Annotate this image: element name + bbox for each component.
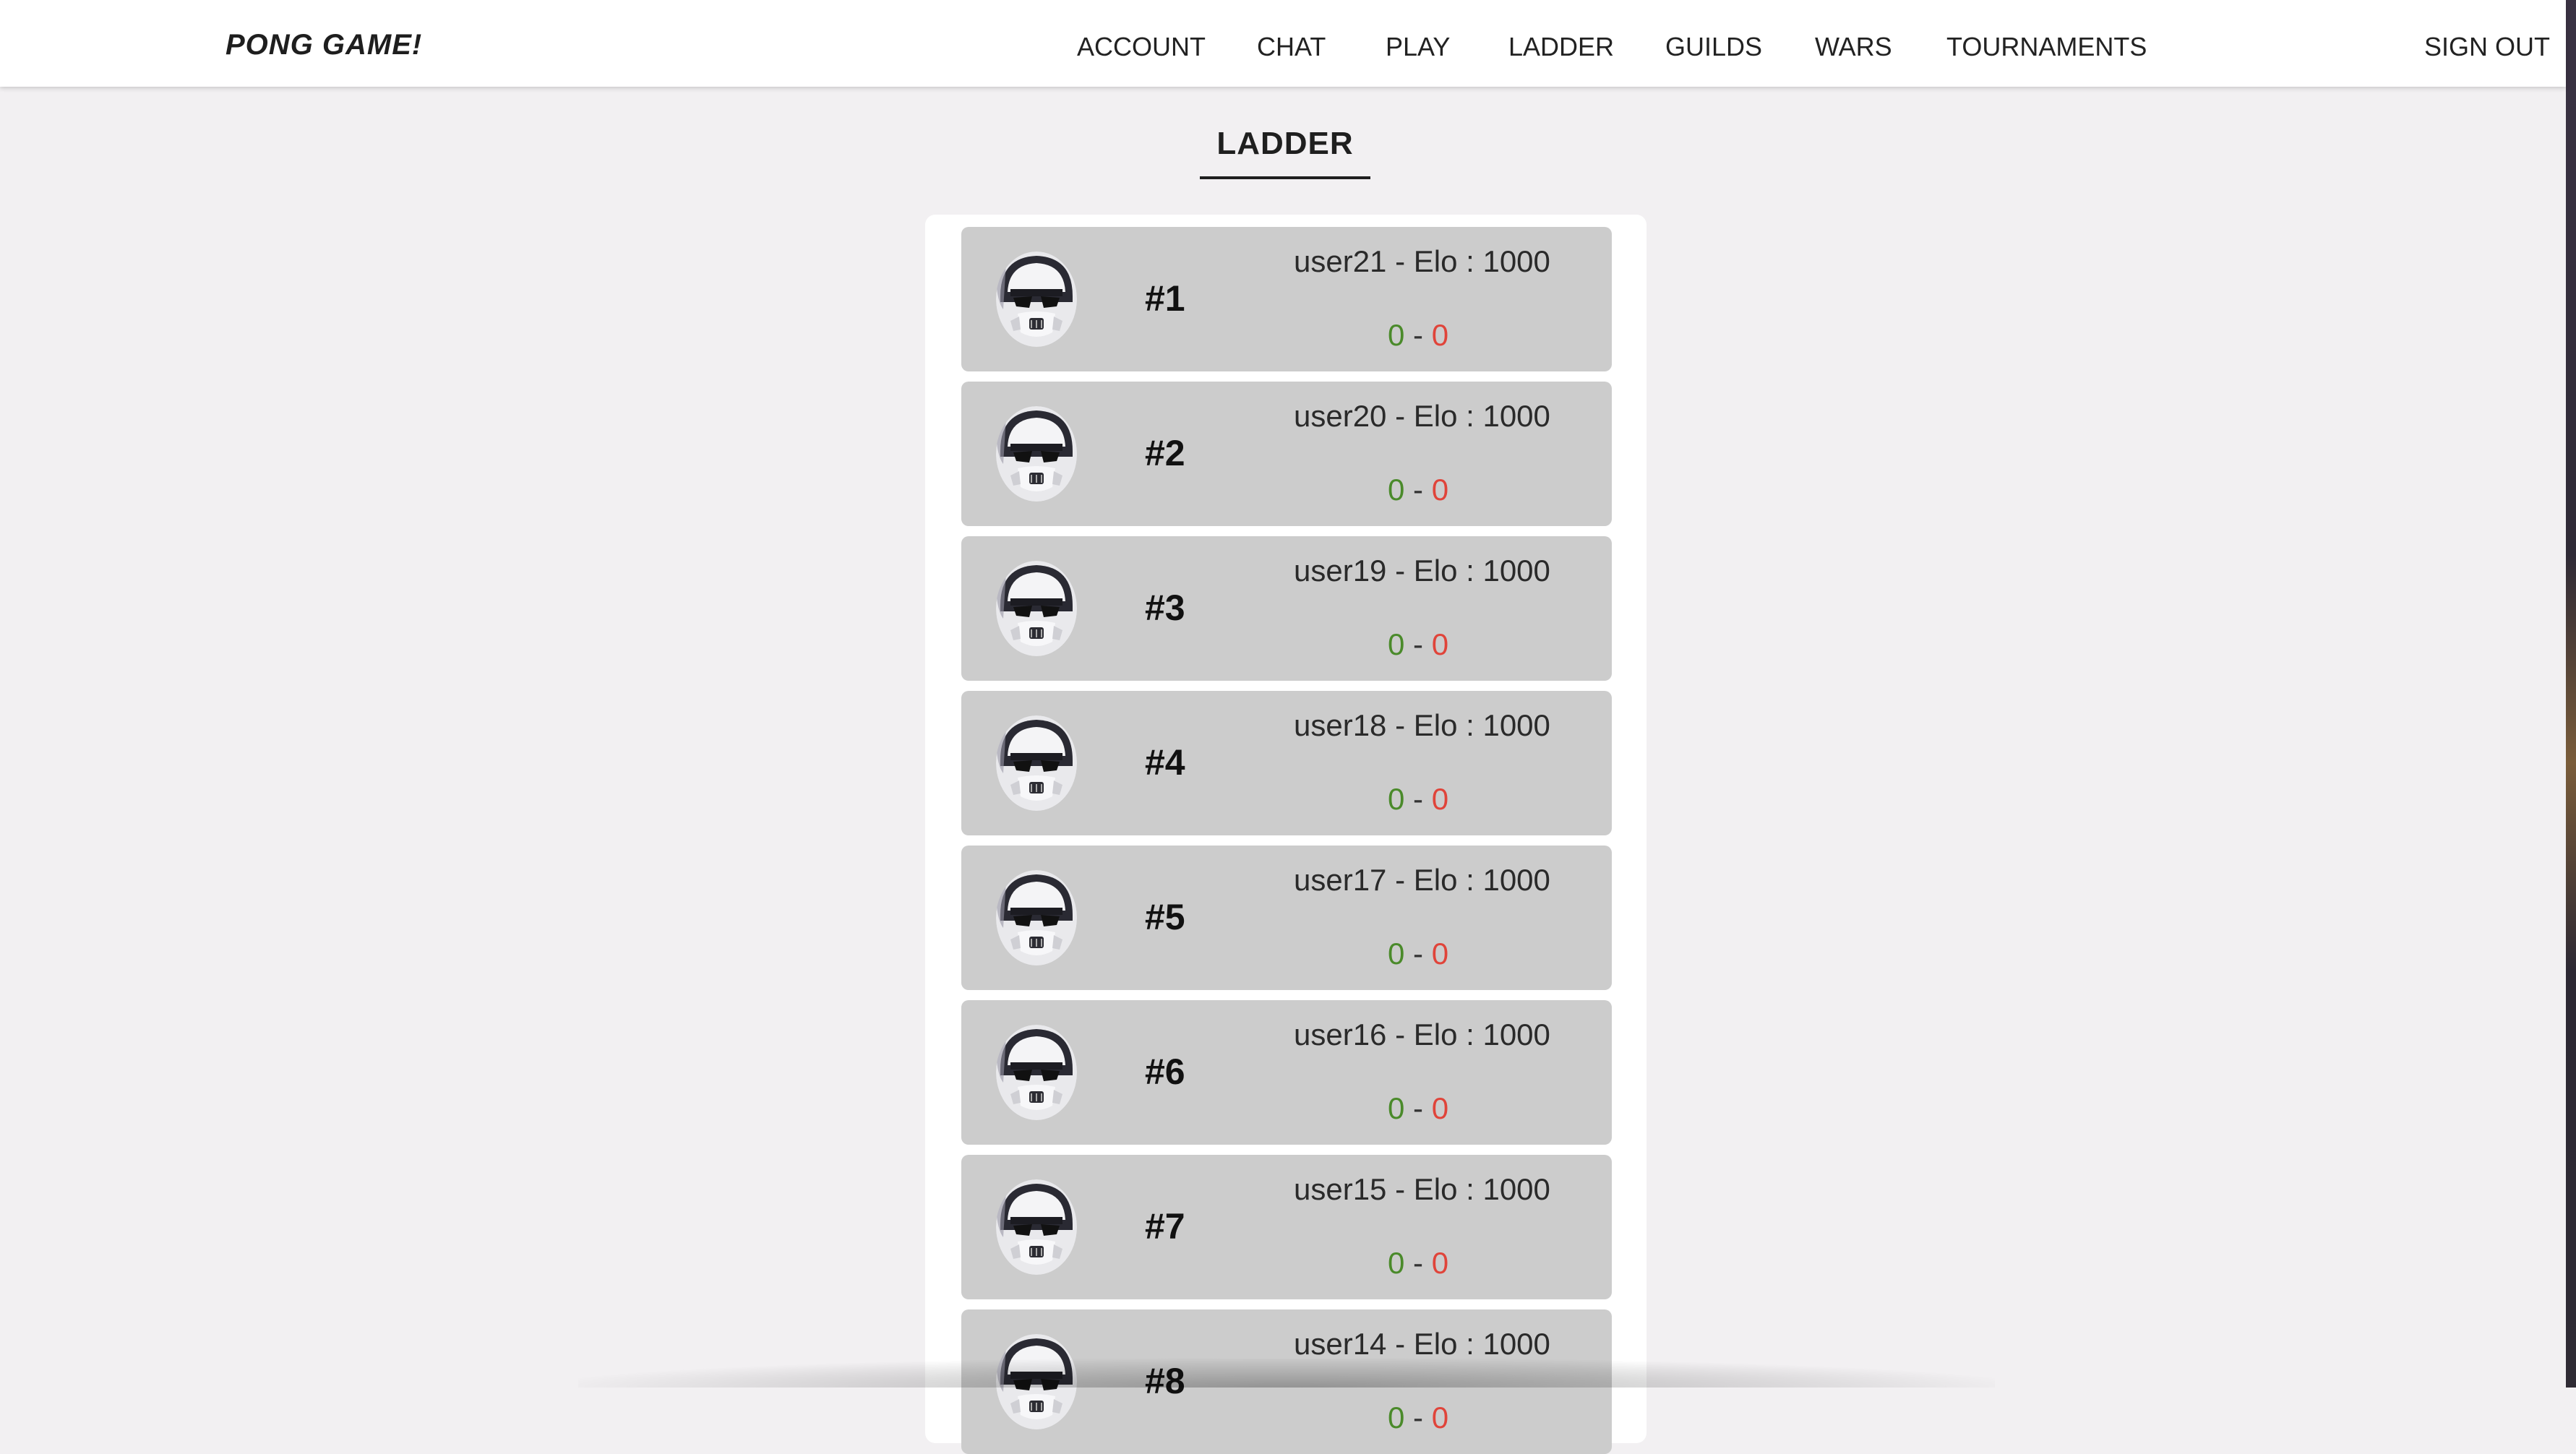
win-loss-record: 0 - 0 [1388, 627, 1448, 662]
ladder-rank: #1 [1145, 278, 1185, 319]
sign-out-button[interactable]: SIGN OUT [2424, 32, 2550, 62]
score-separator: - [1413, 937, 1424, 971]
win-loss-record: 0 - 0 [1388, 782, 1448, 817]
wins-count: 0 [1388, 1401, 1405, 1434]
stormtrooper-avatar-icon [996, 1025, 1077, 1120]
wins-count: 0 [1388, 782, 1405, 816]
nav-play[interactable]: PLAY [1386, 32, 1450, 62]
ladder-rank: #2 [1145, 433, 1185, 473]
win-loss-record: 0 - 0 [1388, 1401, 1448, 1435]
score-separator: - [1413, 1401, 1424, 1434]
wins-count: 0 [1388, 937, 1405, 971]
stormtrooper-avatar-icon [996, 561, 1077, 656]
nav-guilds[interactable]: GUILDS [1665, 32, 1762, 62]
score-separator: - [1413, 473, 1424, 507]
ladder-row[interactable]: #2 user20 - Elo : 1000 0 - 0 [961, 382, 1612, 526]
wins-count: 0 [1388, 627, 1405, 661]
top-navbar: PONG GAME! ACCOUNT CHAT PLAY LADDER GUIL… [0, 0, 2566, 87]
stormtrooper-avatar-icon [996, 406, 1077, 502]
player-name-elo: user21 - Elo : 1000 [1294, 244, 1550, 278]
stormtrooper-avatar-icon [996, 251, 1077, 347]
stormtrooper-avatar-icon [996, 870, 1077, 965]
nav-account[interactable]: ACCOUNT [1077, 32, 1206, 62]
score-separator: - [1413, 1091, 1424, 1125]
player-name-elo: user20 - Elo : 1000 [1294, 399, 1550, 433]
brand-logo[interactable]: PONG GAME! [226, 29, 422, 61]
wins-count: 0 [1388, 473, 1405, 507]
ladder-row[interactable]: #6 user16 - Elo : 1000 0 - 0 [961, 1000, 1612, 1145]
losses-count: 0 [1431, 318, 1449, 352]
stormtrooper-avatar-icon [996, 1179, 1077, 1275]
wins-count: 0 [1388, 1091, 1405, 1125]
ladder-row[interactable]: #5 user17 - Elo : 1000 0 - 0 [961, 846, 1612, 990]
player-name-elo: user18 - Elo : 1000 [1294, 708, 1550, 742]
ladder-row[interactable]: #1 user21 - Elo : 1000 0 - 0 [961, 227, 1612, 371]
win-loss-record: 0 - 0 [1388, 1246, 1448, 1281]
score-separator: - [1413, 1246, 1424, 1280]
bottom-shadow [578, 1359, 1995, 1388]
nav-tournaments[interactable]: TOURNAMENTS [1946, 32, 2147, 62]
win-loss-record: 0 - 0 [1388, 937, 1448, 971]
score-separator: - [1413, 318, 1424, 352]
ladder-rank: #7 [1145, 1206, 1185, 1247]
losses-count: 0 [1431, 1246, 1449, 1280]
losses-count: 0 [1431, 937, 1449, 971]
losses-count: 0 [1431, 627, 1449, 661]
losses-count: 0 [1431, 782, 1449, 816]
score-separator: - [1413, 627, 1424, 661]
player-name-elo: user14 - Elo : 1000 [1294, 1327, 1550, 1361]
win-loss-record: 0 - 0 [1388, 473, 1448, 507]
wins-count: 0 [1388, 1246, 1405, 1280]
ladder-rank: #6 [1145, 1051, 1185, 1092]
player-name-elo: user15 - Elo : 1000 [1294, 1172, 1550, 1206]
stormtrooper-avatar-icon [996, 715, 1077, 811]
nav-wars[interactable]: WARS [1815, 32, 1892, 62]
player-name-elo: user16 - Elo : 1000 [1294, 1018, 1550, 1051]
player-name-elo: user19 - Elo : 1000 [1294, 554, 1550, 588]
ladder-rank: #5 [1145, 897, 1185, 937]
page-title: LADDER [1200, 123, 1370, 179]
ladder-row[interactable]: #4 user18 - Elo : 1000 0 - 0 [961, 691, 1612, 835]
win-loss-record: 0 - 0 [1388, 318, 1448, 353]
nav-ladder[interactable]: LADDER [1508, 32, 1614, 62]
window-edge [2566, 0, 2576, 1388]
ladder-row[interactable]: #3 user19 - Elo : 1000 0 - 0 [961, 536, 1612, 681]
wins-count: 0 [1388, 318, 1405, 352]
ladder-rank: #3 [1145, 588, 1185, 628]
ladder-row[interactable]: #7 user15 - Elo : 1000 0 - 0 [961, 1155, 1612, 1299]
losses-count: 0 [1431, 1401, 1449, 1434]
player-name-elo: user17 - Elo : 1000 [1294, 863, 1550, 897]
losses-count: 0 [1431, 473, 1449, 507]
score-separator: - [1413, 782, 1424, 816]
nav-chat[interactable]: CHAT [1257, 32, 1326, 62]
ladder-rank: #4 [1145, 742, 1185, 783]
win-loss-record: 0 - 0 [1388, 1091, 1448, 1126]
losses-count: 0 [1431, 1091, 1449, 1125]
